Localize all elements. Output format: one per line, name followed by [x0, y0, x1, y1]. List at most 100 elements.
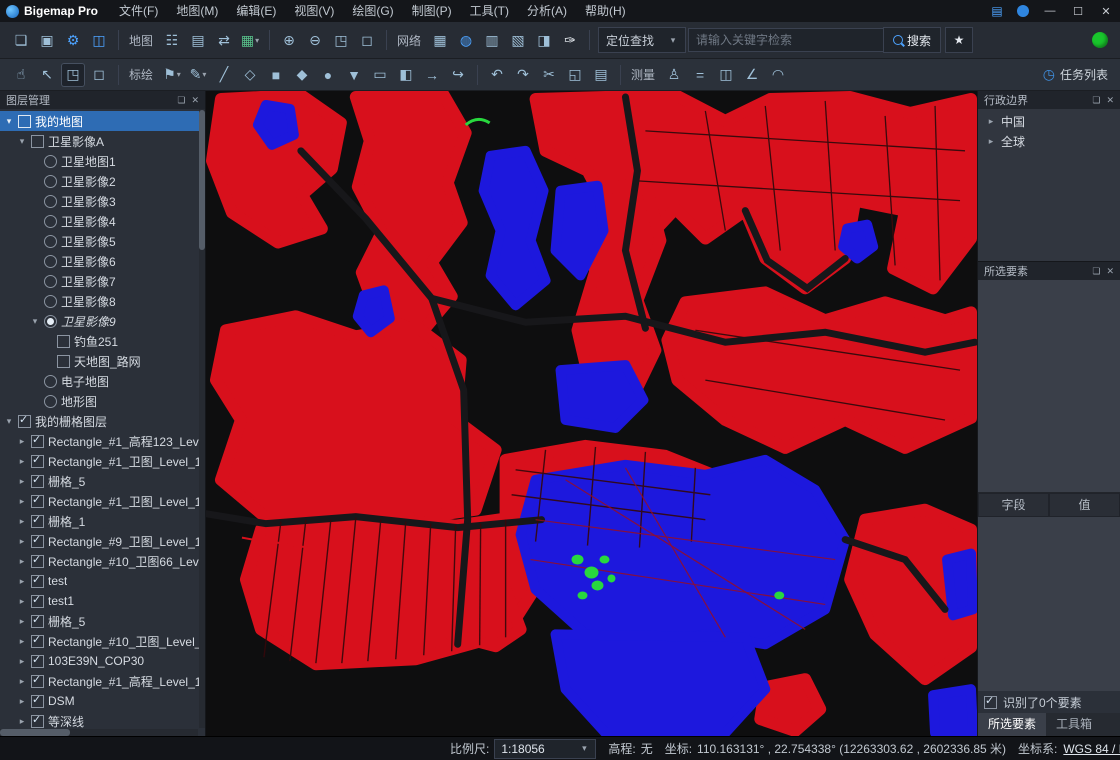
checkbox-checked[interactable] — [31, 595, 44, 608]
zoom-in-icon[interactable]: ⊕ — [277, 28, 301, 52]
scale-select[interactable]: 1:18056 ▾ — [494, 739, 596, 759]
tab-所选要素[interactable]: 所选要素 — [978, 713, 1046, 736]
undock-panel-icon[interactable]: ❏ — [177, 95, 185, 106]
style-brush-icon[interactable]: ✑ — [558, 28, 582, 52]
layer-tree-item[interactable]: ▸Rectangle_#9_卫图_Level_17 — [0, 531, 205, 551]
caret-right-icon[interactable]: ▸ — [17, 696, 27, 707]
layer-tree-item[interactable]: 卫星影像7 — [0, 271, 205, 291]
caret-right-icon[interactable]: ▸ — [17, 716, 27, 727]
close-panel-icon[interactable]: ✕ — [191, 95, 199, 106]
caret-right-icon[interactable]: ▸ — [17, 676, 27, 687]
layer-tree-item[interactable]: ▸test — [0, 571, 205, 591]
menu-item[interactable]: 绘图(G) — [343, 0, 402, 22]
measure-area-icon[interactable]: ◫ — [714, 63, 738, 87]
menu-item[interactable]: 帮助(H) — [576, 0, 635, 22]
checkbox-checked[interactable] — [31, 675, 44, 688]
layer-tree-item[interactable]: 卫星影像2 — [0, 171, 205, 191]
checkbox-unchecked[interactable] — [57, 355, 70, 368]
search-input[interactable] — [688, 28, 884, 52]
caret-right-icon[interactable]: ▸ — [17, 556, 27, 567]
crs-link[interactable]: WGS 84 / Pseudo-Mercator — [1063, 742, 1120, 756]
checkbox-checked[interactable] — [31, 455, 44, 468]
admin-boundary-item[interactable]: ▸全球 — [978, 131, 1120, 151]
undock-panel-icon[interactable]: ❏ — [1092, 266, 1100, 277]
layer-tree-item[interactable]: 卫星影像5 — [0, 231, 205, 251]
layer-tree-item[interactable]: ▸Rectangle_#1_卫图_Level_18 — [0, 491, 205, 511]
radio-unchecked[interactable] — [44, 395, 57, 408]
checkbox-checked[interactable] — [31, 535, 44, 548]
globe-icon[interactable]: ◍ — [454, 28, 478, 52]
caret-right-icon[interactable]: ▸ — [17, 476, 27, 487]
layer-tree-item[interactable]: 卫星影像3 — [0, 191, 205, 211]
caret-right-icon[interactable]: ▸ — [17, 536, 27, 547]
measure-distance-icon[interactable]: = — [688, 63, 712, 87]
checkbox-checked[interactable] — [31, 475, 44, 488]
zoom-out-icon[interactable]: ⊖ — [303, 28, 327, 52]
zoom-rect-icon[interactable]: ◻ — [355, 28, 379, 52]
layers-icon[interactable]: ☷ — [160, 28, 184, 52]
caret-down-icon[interactable]: ▾ — [30, 316, 40, 327]
radio-unchecked[interactable] — [44, 175, 57, 188]
measure-angle-icon[interactable]: ∠ — [740, 63, 764, 87]
radio-unchecked[interactable] — [44, 215, 57, 228]
basemap-combo-icon[interactable]: ▦▾ — [238, 28, 262, 52]
draw-circle-icon[interactable]: ● — [316, 63, 340, 87]
layer-tree-item[interactable]: ▸Rectangle_#1_卫图_Level_15 — [0, 451, 205, 471]
draw-cone-icon[interactable]: ▼ — [342, 63, 366, 87]
menu-item[interactable]: 分析(A) — [518, 0, 576, 22]
grid-export-icon[interactable]: ▧ — [506, 28, 530, 52]
clear-selection-icon[interactable]: ◻ — [87, 63, 111, 87]
caret-right-icon[interactable]: ▸ — [17, 636, 27, 647]
layer-tree-item[interactable]: 卫星地图1 — [0, 151, 205, 171]
checkbox-checked[interactable] — [31, 695, 44, 708]
radio-unchecked[interactable] — [44, 255, 57, 268]
layer-tree-item[interactable]: ▸栅格_1 — [0, 511, 205, 531]
checkbox-unchecked[interactable] — [18, 115, 31, 128]
caret-right-icon[interactable]: ▸ — [17, 516, 27, 527]
zoom-extent-icon[interactable]: ◳ — [329, 28, 353, 52]
locate-mode-combo[interactable]: 定位查找 ▾ — [598, 27, 686, 53]
favorites-button[interactable]: ★ — [945, 27, 973, 53]
menu-item[interactable]: 制图(P) — [403, 0, 461, 22]
draw-pentagon-icon[interactable]: ◆ — [290, 63, 314, 87]
draw-polyline-icon[interactable]: ◇ — [238, 63, 262, 87]
layer-tree-item[interactable]: ▾我的地图 — [0, 111, 205, 131]
split-panel-icon[interactable]: ◨ — [532, 28, 556, 52]
close-panel-icon[interactable]: ✕ — [1106, 266, 1114, 277]
layer-tree-item[interactable]: ▸Rectangle_#1_高程123_Level_14 — [0, 431, 205, 451]
select-cursor-icon[interactable]: ↖ — [35, 63, 59, 87]
layer-tree-item[interactable]: 卫星影像6 — [0, 251, 205, 271]
undock-panel-icon[interactable]: ❏ — [1092, 95, 1100, 106]
caret-down-icon[interactable]: ▾ — [4, 116, 14, 127]
paste-icon[interactable]: ▤ — [589, 63, 613, 87]
identify-checkbox[interactable] — [984, 696, 997, 709]
draw-rect-icon[interactable]: ▭ — [368, 63, 392, 87]
checkbox-checked[interactable] — [31, 655, 44, 668]
scrollbar-thumb[interactable] — [199, 110, 205, 250]
checkbox-checked[interactable] — [31, 555, 44, 568]
radio-unchecked[interactable] — [44, 375, 57, 388]
undo-icon[interactable]: ↶ — [485, 63, 509, 87]
checkbox-checked[interactable] — [31, 495, 44, 508]
menu-item[interactable]: 视图(V) — [285, 0, 343, 22]
checkbox-checked[interactable] — [31, 575, 44, 588]
close-panel-icon[interactable]: ✕ — [1106, 95, 1114, 106]
menu-item[interactable]: 编辑(E) — [227, 0, 285, 22]
checkbox-checked[interactable] — [18, 415, 31, 428]
checkbox-checked[interactable] — [31, 635, 44, 648]
minimize-button[interactable]: — — [1036, 0, 1064, 22]
online-status-icon[interactable] — [1092, 32, 1108, 48]
redo-icon[interactable]: ↷ — [511, 63, 535, 87]
caret-right-icon[interactable]: ▸ — [17, 616, 27, 627]
caret-down-icon[interactable]: ▾ — [4, 416, 14, 427]
layer-tree-item[interactable]: ▸DSM — [0, 691, 205, 711]
layer-tree-item[interactable]: ▸103E39N_COP30 — [0, 651, 205, 671]
draw-line-icon[interactable]: ╱ — [212, 63, 236, 87]
layer-tree-item[interactable]: ▸test1 — [0, 591, 205, 611]
layer-tree-item[interactable]: ▸等深线 — [0, 711, 205, 731]
layer-tree-item[interactable]: ▸Rectangle_#10_卫图66_Level_17 — [0, 551, 205, 571]
tile-grid-icon[interactable]: ▦ — [428, 28, 452, 52]
pan-hand-icon[interactable]: ☝ — [9, 63, 33, 87]
messenger-icon[interactable] — [1017, 5, 1029, 17]
copy-icon[interactable]: ◱ — [563, 63, 587, 87]
